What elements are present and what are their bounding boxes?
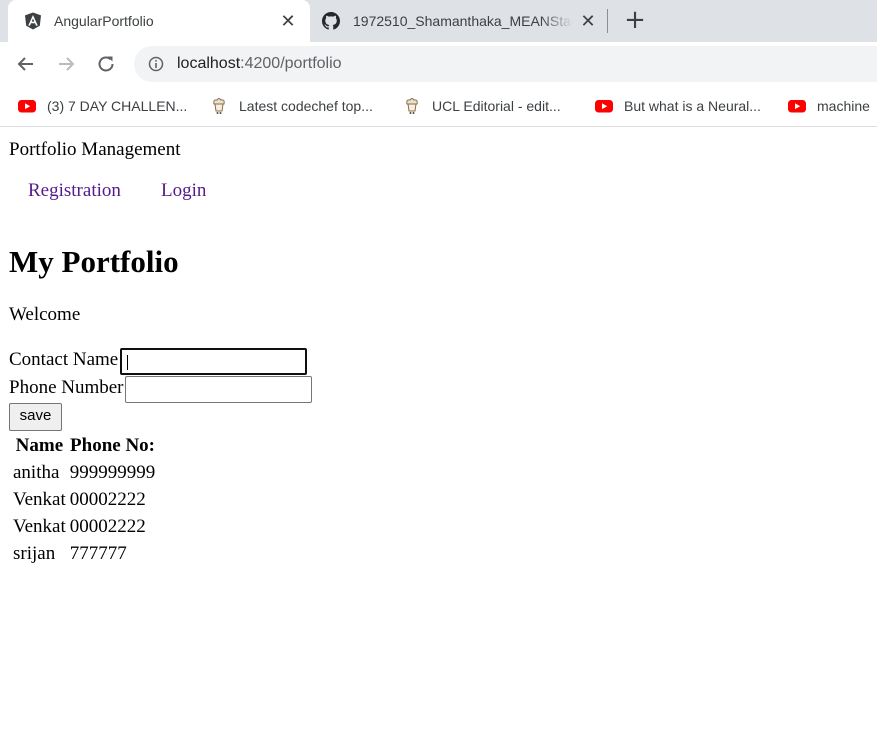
contact-phone-cell: 777777	[69, 543, 127, 564]
forward-arrow-icon[interactable]	[55, 53, 77, 75]
tab-strip: AngularPortfolio ✕ 1972510_Shamanthaka_M…	[0, 0, 877, 42]
url-text: localhost:4200/portfolio	[177, 54, 342, 74]
contact-name-cell: anitha	[13, 462, 60, 483]
reload-icon[interactable]	[95, 53, 117, 75]
youtube-icon	[18, 97, 36, 115]
url-path: :4200/portfolio	[240, 55, 342, 72]
angular-icon	[24, 12, 42, 30]
phone-number-label: Phone Number	[9, 377, 124, 398]
contact-name-cell: srijan	[13, 543, 56, 564]
tab-separator	[607, 9, 608, 33]
column-header-phone: Phone No:	[70, 435, 155, 456]
bookmark-label: UCL Editorial - edit...	[432, 98, 561, 114]
bookmark-item[interactable]: machine	[788, 96, 870, 116]
table-row: Venkat 00002222	[12, 514, 156, 539]
bookmark-item[interactable]: But what is a Neural...	[595, 96, 761, 116]
table-row: Venkat 00002222	[12, 487, 156, 512]
login-link[interactable]: Login	[161, 180, 206, 202]
bookmark-item[interactable]: Latest codechef top...	[210, 96, 373, 116]
codechef-icon	[210, 97, 228, 115]
bookmark-label: But what is a Neural...	[624, 98, 761, 114]
registration-link[interactable]: Registration	[28, 180, 121, 202]
contact-name-label: Contact Name	[9, 349, 119, 370]
column-header-name: Name	[15, 435, 64, 456]
youtube-icon	[788, 97, 806, 115]
phone-number-input[interactable]	[125, 376, 312, 403]
browser-toolbar: localhost:4200/portfolio	[0, 42, 877, 86]
table-row: srijan 777777	[12, 541, 156, 566]
tab-title: 1972510_Shamanthaka_MEANStack	[353, 13, 573, 29]
contact-phone-cell: 999999999	[69, 462, 156, 483]
codechef-icon	[403, 97, 421, 115]
info-icon[interactable]	[148, 56, 164, 72]
bookmark-label: machine	[817, 98, 870, 114]
bookmark-item[interactable]: UCL Editorial - edit...	[403, 96, 561, 116]
github-icon	[322, 12, 340, 30]
page-content: Portfolio Management Registration Login …	[0, 127, 877, 734]
bookmark-label: (3) 7 DAY CHALLEN...	[47, 98, 188, 114]
contacts-table: Name Phone No: anitha 999999999 Venkat 0…	[10, 431, 158, 568]
back-arrow-icon[interactable]	[15, 53, 37, 75]
bookmark-item[interactable]: (3) 7 DAY CHALLEN...	[18, 96, 187, 116]
address-bar[interactable]: localhost:4200/portfolio	[134, 46, 877, 82]
tab-title: AngularPortfolio	[54, 13, 154, 29]
bookmark-label: Latest codechef top...	[239, 98, 373, 114]
url-host: localhost	[177, 55, 241, 72]
brand-title: Portfolio Management	[9, 139, 181, 160]
tab-angular-portfolio[interactable]: AngularPortfolio ✕	[8, 0, 310, 42]
youtube-icon	[595, 97, 613, 115]
page-title: My Portfolio	[9, 244, 179, 279]
text-caret	[127, 355, 128, 370]
contact-name-cell: Venkat	[13, 516, 66, 537]
bookmarks-bar: (3) 7 DAY CHALLEN... Latest codechef top…	[0, 86, 877, 127]
contact-name-cell: Venkat	[13, 489, 66, 510]
table-row: anitha 999999999	[12, 460, 156, 485]
contact-phone-cell: 00002222	[69, 489, 146, 510]
contact-phone-cell: 00002222	[69, 516, 146, 537]
new-tab-icon[interactable]: +	[624, 7, 646, 33]
table-header-row: Name Phone No:	[12, 433, 156, 458]
welcome-text: Welcome	[9, 304, 81, 325]
close-tab-icon[interactable]: ✕	[278, 11, 298, 31]
close-tab-icon[interactable]: ✕	[578, 11, 598, 31]
save-button[interactable]: save	[9, 403, 62, 431]
tab-github[interactable]: 1972510_Shamanthaka_MEANStack ✕	[310, 0, 608, 42]
contact-name-input[interactable]	[120, 348, 307, 375]
